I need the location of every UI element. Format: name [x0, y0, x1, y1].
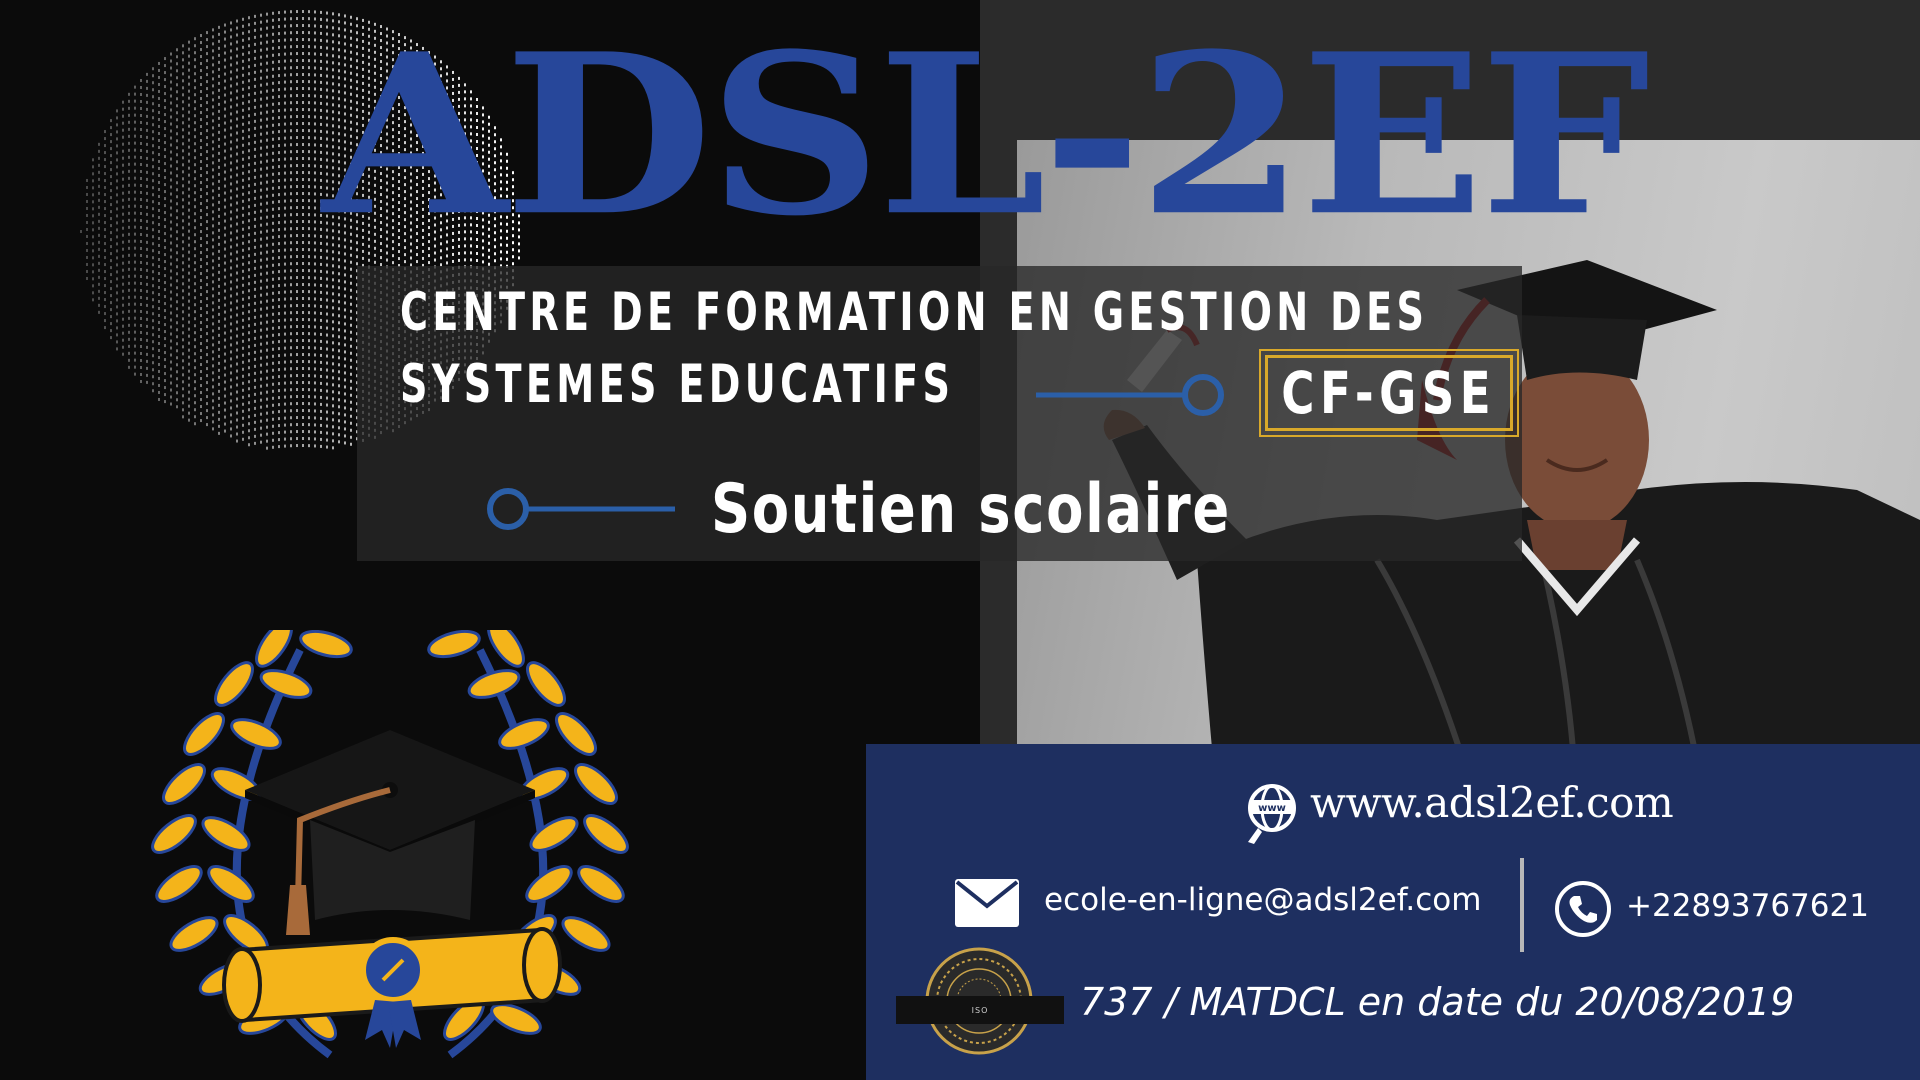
connector-line-bottom	[487, 488, 675, 530]
diploma-scroll-icon	[222, 927, 562, 1048]
graduation-cap-icon	[245, 730, 535, 935]
brand-title: ADSL-2EF	[322, 5, 1650, 265]
service-label: Soutien scolaire	[711, 470, 1231, 549]
acronym-badge: CF-GSE	[1259, 349, 1519, 437]
svg-text:www: www	[1258, 803, 1286, 814]
phone-link[interactable]: +22893767621	[1626, 888, 1869, 924]
globe-cursor-icon: www	[1248, 784, 1296, 844]
seal-text: ISO	[971, 1005, 989, 1015]
email-link[interactable]: ecole-en-ligne@adsl2ef.com	[1044, 882, 1481, 918]
phone-icon	[1555, 881, 1611, 937]
graduation-emblem	[151, 630, 629, 1059]
acronym-text: CF-GSE	[1281, 359, 1497, 427]
centre-name-line-2: SYSTEMES EDUCATIFS	[400, 354, 955, 415]
envelope-icon	[955, 879, 1019, 927]
contact-divider	[1520, 858, 1524, 952]
connector-line-top	[1036, 374, 1224, 416]
banner-canvas: ADSL-2EF CENTRE DE FORMATION EN GESTION …	[0, 0, 1920, 1080]
registration-text: 737 / MATDCL en date du 20/08/2019	[1080, 980, 1795, 1024]
seal-band: ISO	[896, 996, 1064, 1024]
website-link[interactable]: www.adsl2ef.com	[1310, 778, 1674, 827]
centre-name-line-1: CENTRE DE FORMATION EN GESTION DES	[400, 282, 1429, 343]
